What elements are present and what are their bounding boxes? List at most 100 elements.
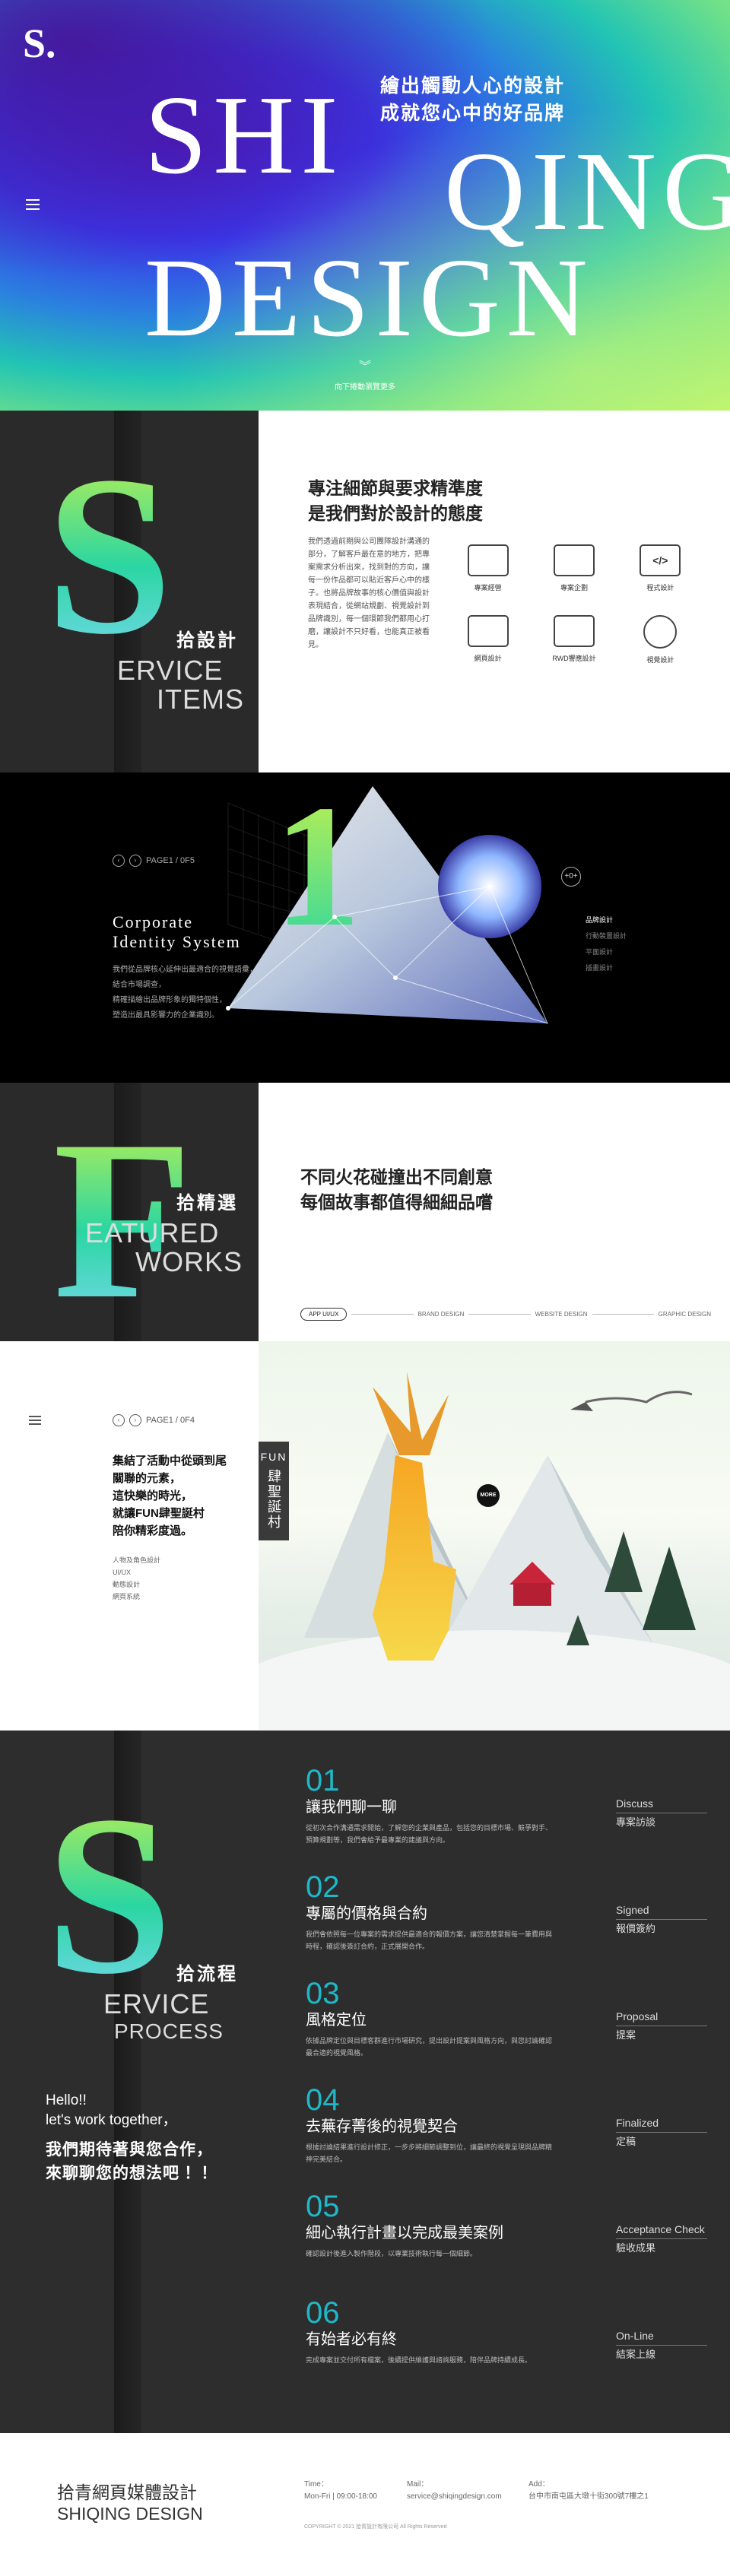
responsive-icon — [553, 615, 595, 647]
service-item[interactable]: 專案企劃 — [531, 544, 617, 592]
corporate-menu-item[interactable]: 品牌設計 — [586, 912, 627, 928]
desktop-icon — [467, 615, 509, 647]
tab-app-uiux[interactable]: APP UI/UX — [300, 1308, 348, 1321]
side-label-zh: 驗收成果 — [616, 2242, 656, 2254]
footer-address: Add： 台中市南屯區大墩十街300號7樓之1 — [528, 2479, 649, 2503]
step-title: 有始者必有終 — [306, 2331, 397, 2348]
corporate-title-line-1: Corporate — [113, 912, 193, 931]
tagline-line-1: 繪出觸動人心的設計 — [380, 76, 566, 97]
step-number: 05 — [306, 2190, 340, 2223]
side-label-zh: 提案 — [616, 2029, 636, 2041]
tab-graphic-design[interactable]: GRAPHIC DESIGN — [659, 1311, 711, 1318]
prev-arrow-icon[interactable]: ‹ — [113, 855, 125, 867]
service-item[interactable]: 專案經營 — [445, 544, 531, 592]
process-side-label: Discuss 專案訪談 — [616, 1796, 722, 1830]
service-item[interactable]: RWD響應設計 — [531, 615, 617, 665]
footer-time-value: Mon-Fri | 09:00-18:00 — [304, 2492, 377, 2501]
next-arrow-icon[interactable]: › — [129, 855, 141, 867]
side-label-en: Finalized — [616, 2117, 659, 2129]
corporate-description: 我們從品牌核心延伸出最適合的視覺語彙， 結合市場調查， 精確描繪出品牌形象的獨特… — [113, 963, 257, 1023]
fun-title-line: 這快樂的時光， — [113, 1489, 193, 1502]
featured-side-panel: F 拾精選 EATURED WORKS — [0, 1083, 259, 1341]
fun-tag: UI/UX — [113, 1569, 132, 1576]
side-divider — [616, 2238, 707, 2239]
featured-section: F 拾精選 EATURED WORKS 不同火花碰撞出不同創意 每個故事都值得細… — [0, 1083, 730, 1341]
service-item-label: 視覺設計 — [646, 656, 674, 664]
fun-vertical-label: FUN 肆聖誕村 — [259, 1442, 289, 1540]
scroll-indicator[interactable]: ︾ 向下捲動瀏覽更多 — [0, 356, 730, 392]
footer-brand: 拾青網頁媒體設計 SHIQING DESIGN — [57, 2482, 203, 2524]
process-step: 01 讓我們聊一聊 從初次合作溝通需求開始，了解您的企業與產品，包括您的目標市場… — [306, 1765, 557, 1846]
footer-brand-en: SHIQING DESIGN — [57, 2504, 203, 2524]
step-number: 04 — [306, 2083, 340, 2117]
menu-icon[interactable] — [29, 1416, 41, 1425]
fun-artwork — [221, 1341, 730, 1731]
menu-icon[interactable] — [26, 199, 40, 210]
fun-label-zh: 肆聖誕村 — [266, 1469, 281, 1530]
side-label-en: Discuss — [616, 1797, 654, 1810]
fun-tags: 人物及角色設計 UI/UX 動態設計 網頁系統 — [113, 1554, 160, 1603]
step-title: 讓我們聊一聊 — [306, 1799, 397, 1816]
process-step: 06 有始者必有終 完成專案並交付所有檔案，後續提供維護與諮詢服務，陪伴品牌持續… — [306, 2298, 557, 2366]
corporate-menu-item[interactable]: 行動裝置設計 — [586, 928, 627, 944]
chart-icon — [553, 544, 595, 576]
process-sub-1: ERVICE — [103, 1988, 210, 2019]
featured-tabs: APP UI/UX BRAND DESIGN WEBSITE DESIGN GR… — [300, 1308, 711, 1321]
side-label-en: Signed — [616, 1904, 649, 1916]
side-label-en: Acceptance Check — [616, 2223, 705, 2235]
tab-brand-design[interactable]: BRAND DESIGN — [418, 1311, 465, 1318]
side-divider — [616, 2132, 707, 2133]
hero-section: S. 繪出觸動人心的設計 成就您心中的好品牌 SHI QING DESIGN ︾… — [0, 0, 730, 411]
side-label-zh: 專案訪談 — [616, 1816, 656, 1828]
service-sub-1: ERVICE — [117, 655, 224, 686]
process-side-label: Signed 報價簽約 — [616, 1902, 722, 1937]
next-arrow-icon[interactable]: › — [129, 1414, 141, 1426]
fun-title-line: 就讓FUN肆聖誕村 — [113, 1507, 205, 1520]
process-call-to-action: 我們期待著與您合作， 來聊聊您的想法吧 ！！ — [46, 2138, 217, 2185]
corporate-next-button[interactable]: +0+ — [561, 867, 581, 887]
process-section: S 拾流程 ERVICE PROCESS Hello!! let's work … — [0, 1731, 730, 2433]
corporate-desc-line: 我們從品牌核心延伸出最適合的視覺語彙， — [113, 966, 257, 974]
footer-time-label: Time： — [304, 2480, 328, 2489]
side-label-en: Proposal — [616, 2010, 659, 2022]
prev-arrow-icon[interactable]: ‹ — [113, 1414, 125, 1426]
step-title: 專屬的價格與合約 — [306, 1905, 427, 1922]
corporate-menu-item[interactable]: 平面設計 — [586, 944, 627, 960]
service-title: 拾設計 — [176, 631, 238, 651]
service-item-label: 專案經營 — [474, 584, 502, 592]
step-description: 我們會依照每一位專案的需求提供最適合的報價方案，讓您清楚掌握每一筆費用與時程，確… — [306, 1930, 553, 1950]
corporate-page-count: PAGE1 / 0F5 — [146, 856, 195, 865]
step-description: 完成專案並交付所有檔案，後續提供維護與諮詢服務，陪伴品牌持續成長。 — [306, 2356, 532, 2364]
tab-divider — [468, 1314, 531, 1315]
step-title: 風格定位 — [306, 2012, 367, 2029]
hero-word-design: DESIGN — [144, 236, 594, 360]
service-side-panel: S 拾設計 ERVICE ITEMS — [0, 411, 259, 772]
process-hello: Hello!! let's work together， — [46, 2091, 177, 2130]
process-side-label: Finalized 定稿 — [616, 2115, 722, 2149]
service-item[interactable]: 視覺設計 — [617, 615, 703, 665]
tab-website-design[interactable]: WEBSITE DESIGN — [535, 1311, 588, 1318]
footer-time: Time： Mon-Fri | 09:00-18:00 — [304, 2479, 377, 2503]
tab-divider — [351, 1314, 414, 1315]
site-logo[interactable]: S. — [23, 23, 56, 64]
service-heading: 專注細節與要求精準度 是我們對於設計的態度 — [308, 476, 483, 526]
featured-sub-1: EATURED — [85, 1217, 220, 1248]
corporate-menu-item[interactable]: 插畫設計 — [586, 960, 627, 976]
fun-section: ‹ › PAGE1 / 0F4 集結了活動中從頭到尾 關聯的元素， 這快樂的時光… — [0, 1341, 730, 1731]
more-button[interactable]: MORE — [477, 1484, 500, 1507]
featured-sub-2: WORKS — [135, 1246, 243, 1277]
chevron-down-icon: ︾ — [358, 360, 371, 373]
code-icon: </> — [640, 544, 681, 576]
side-divider — [616, 2345, 707, 2346]
service-item[interactable]: </> 程式設計 — [617, 544, 703, 592]
footer-mail-link[interactable]: service@shiqingdesign.com — [407, 2491, 502, 2503]
process-side-label: Acceptance Check 驗收成果 — [616, 2222, 722, 2256]
footer-mail-label: Mail： — [407, 2480, 429, 2489]
service-heading-line-2: 是我們對於設計的態度 — [308, 504, 483, 523]
corporate-desc-line: 塑造出最具影響力的企業識別。 — [113, 1011, 219, 1020]
service-giant-letter: S — [46, 429, 173, 681]
step-description: 依據品牌定位與目標客群進行市場研究，提出設計提案與風格方向，與您討論確認最合適的… — [306, 2037, 553, 2057]
service-item[interactable]: 網頁設計 — [445, 615, 531, 665]
brush-icon — [643, 615, 678, 649]
tab-divider — [592, 1314, 654, 1315]
